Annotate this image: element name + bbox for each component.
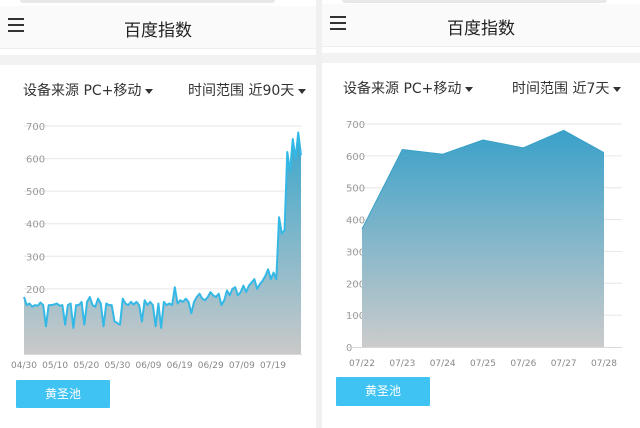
device-source-value: PC+移动 — [403, 81, 462, 97]
page-title: 百度指数 — [447, 19, 515, 39]
keyword-button[interactable]: 黄圣池 — [336, 377, 430, 406]
y-tick-label: 200 — [26, 285, 45, 296]
time-range-select[interactable]: 时间范围 近90天 — [188, 80, 307, 100]
x-tick-label: 06/09 — [136, 361, 162, 371]
x-tick-label: 07/27 — [551, 359, 577, 369]
y-tick-label: 700 — [346, 120, 365, 131]
chevron-down-icon — [613, 86, 622, 92]
y-tick-label: 700 — [26, 122, 45, 133]
x-tick-label: 07/22 — [349, 359, 375, 369]
x-tick-label: 07/28 — [591, 359, 617, 369]
section-divider — [322, 53, 640, 63]
time-range-label: 时间范围 — [188, 83, 244, 99]
device-source-label: 设备来源 — [23, 83, 79, 99]
section-divider — [0, 55, 316, 65]
device-source-value: PC+移动 — [83, 83, 142, 99]
y-tick-label: 600 — [26, 155, 45, 166]
x-tick-label: 06/29 — [198, 361, 224, 371]
y-tick-label: 500 — [346, 184, 365, 195]
y-tick-label: 500 — [26, 187, 45, 198]
x-tick-label: 07/09 — [229, 361, 255, 371]
x-tick-label: 05/20 — [73, 361, 99, 371]
previous-card-edge — [20, 0, 275, 3]
y-tick-label: 0 — [346, 343, 352, 354]
page-title: 百度指数 — [124, 21, 192, 41]
device-source-select[interactable]: 设备来源 PC+移动 — [23, 80, 154, 100]
time-range-select[interactable]: 时间范围 近7天 — [512, 78, 622, 98]
keyword-button[interactable]: 黄圣池 — [16, 380, 110, 408]
device-source-label: 设备来源 — [343, 81, 399, 97]
index-chart-90d: 70060050040030020010004/3005/1005/2005/3… — [11, 122, 302, 371]
left-panel: 百度指数 设备来源 PC+移动 时间范围 近90天 700 600 500 400 30… — [0, 0, 316, 428]
x-tick-label: 07/19 — [260, 361, 286, 371]
previous-card-edge — [342, 0, 607, 3]
x-tick-label: 06/19 — [167, 361, 193, 371]
x-tick-label: 07/26 — [510, 359, 536, 369]
y-tick-label: 400 — [26, 220, 45, 231]
y-tick-label: 300 — [26, 252, 45, 263]
x-tick-label: 07/25 — [470, 359, 496, 369]
chevron-down-icon — [298, 88, 307, 94]
series-area — [362, 130, 604, 347]
y-tick-label: 600 — [346, 152, 365, 163]
x-tick-label: 04/30 — [11, 361, 37, 371]
chevron-down-icon — [145, 88, 154, 94]
x-tick-label: 07/23 — [389, 359, 415, 369]
device-source-select[interactable]: 设备来源 PC+移动 — [343, 78, 474, 98]
x-tick-label: 05/30 — [104, 361, 130, 371]
time-range-value: 近90天 — [248, 83, 295, 99]
time-range-value: 近7天 — [572, 81, 610, 97]
right-panel: 百度指数 设备来源 PC+移动 时间范围 近7天 700 600 500 400 300… — [322, 0, 640, 428]
index-chart-7d: 700600500400300200100007/22 07/23 07/24 07/… — [346, 120, 622, 369]
chevron-down-icon — [465, 86, 474, 92]
app-header: 百度指数 — [0, 6, 316, 49]
app-header: 百度指数 — [322, 4, 640, 47]
y-tick-label: 400 — [346, 216, 365, 227]
x-tick-label: 05/10 — [42, 361, 68, 371]
x-tick-label: 07/24 — [430, 359, 456, 369]
time-range-label: 时间范围 — [512, 81, 568, 97]
